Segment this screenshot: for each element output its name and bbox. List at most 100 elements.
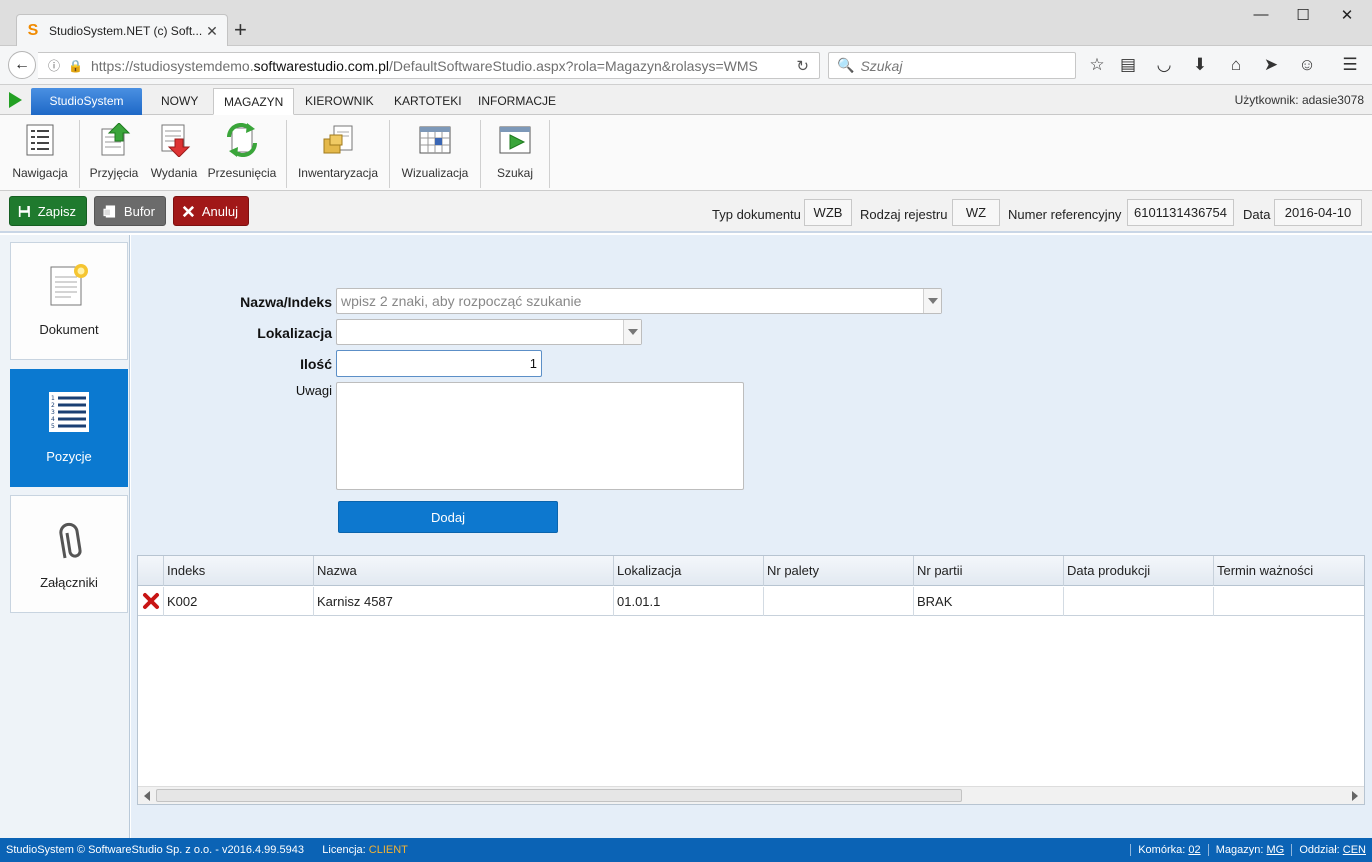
uwagi-label: Uwagi xyxy=(295,383,332,398)
oddzial-label: Oddział: xyxy=(1299,844,1340,856)
new-tab-icon[interactable]: + xyxy=(234,18,247,42)
grid-header-data-produkcji[interactable]: Data produkcji xyxy=(1064,556,1214,586)
chevron-down-icon[interactable] xyxy=(923,289,941,313)
komorka-label: Komórka: xyxy=(1138,844,1186,856)
reading-list-icon[interactable]: ▤ xyxy=(1116,55,1140,75)
komorka-link[interactable]: 02 xyxy=(1188,844,1200,856)
grid-header-nr-partii[interactable]: Nr partii xyxy=(914,556,1064,586)
sidebar-item-pozycje-label: Pozycje xyxy=(46,449,92,464)
back-arrow-icon[interactable]: ← xyxy=(8,51,36,79)
sidebar-item-dokument[interactable]: Dokument xyxy=(10,242,128,360)
sidebar-item-pozycje[interactable]: 12345 Pozycje xyxy=(10,369,128,487)
bufor-button[interactable]: Bufor xyxy=(94,196,166,226)
home-icon[interactable]: ⌂ xyxy=(1224,55,1248,75)
grid-header-termin-waznosci[interactable]: Termin ważności xyxy=(1214,556,1364,586)
browser-search-input[interactable]: 🔍 Szukaj xyxy=(828,52,1076,79)
inventory-boxes-icon xyxy=(323,125,353,154)
grid-header-nazwa[interactable]: Nazwa xyxy=(314,556,614,586)
url-bar[interactable]: ⓘ 🔒 https://studiosystemdemo. softwarestu… xyxy=(38,52,820,79)
menu-item-kierownik[interactable]: KIEROWNIK xyxy=(295,88,384,115)
chevron-down-icon[interactable] xyxy=(623,320,641,344)
paperclip-icon xyxy=(59,522,82,559)
reload-icon[interactable]: ↻ xyxy=(796,57,809,75)
send-icon[interactable]: ➤ xyxy=(1259,55,1283,75)
action-bar: Zapisz Bufor Anuluj Typ dokumentu WZB Ro… xyxy=(0,191,1372,233)
bookmark-star-icon[interactable]: ☆ xyxy=(1085,55,1109,75)
uwagi-textarea[interactable] xyxy=(336,382,744,490)
szukaj-button[interactable]: Szukaj xyxy=(490,123,540,180)
grid-header-nr-palety[interactable]: Nr palety xyxy=(764,556,914,586)
receive-up-arrow-icon xyxy=(101,122,131,156)
info-icon[interactable]: ⓘ xyxy=(48,57,60,74)
footer-right: Komórka: 02 Magazyn: MG Oddział: CEN xyxy=(1126,838,1366,862)
wizualizacja-label: Wizualizacja xyxy=(401,166,469,180)
download-icon[interactable]: ⬇ xyxy=(1188,55,1212,75)
nazwa-indeks-combo[interactable]: wpisz 2 znaki, aby rozpocząć szukanie xyxy=(336,288,942,314)
data-field[interactable]: 2016-04-10 xyxy=(1274,199,1362,226)
maximize-icon[interactable]: ☐ xyxy=(1280,6,1326,24)
emoji-icon[interactable]: ☺ xyxy=(1295,55,1319,75)
przesuniecia-label: Przesunięcia xyxy=(207,166,277,180)
app-menu-bar: StudioSystem NOWY MAGAZYN KIEROWNIK KART… xyxy=(0,85,1372,115)
scroll-left-icon[interactable] xyxy=(144,791,150,801)
rodzaj-rejestru-field[interactable]: WZ xyxy=(952,199,1000,226)
menu-item-nowy[interactable]: NOWY xyxy=(151,88,208,115)
nawigacja-label: Nawigacja xyxy=(12,166,68,180)
magazyn-link[interactable]: MG xyxy=(1266,844,1284,856)
lokalizacja-combo[interactable] xyxy=(336,319,642,345)
przyjecia-button[interactable]: Przyjęcia xyxy=(88,122,140,180)
hamburger-menu-icon[interactable]: ☰ xyxy=(1338,55,1362,75)
menu-item-informacje[interactable]: INFORMACJE xyxy=(468,88,566,115)
user-label: Użytkownik: adasie3078 xyxy=(1234,93,1364,107)
url-domain: softwarestudio.com.pl xyxy=(253,57,390,74)
nawigacja-button[interactable]: Nawigacja xyxy=(10,123,70,180)
numer-referencyjny-field[interactable]: 6101131436754 xyxy=(1127,199,1234,226)
przyjecia-label: Przyjęcia xyxy=(89,166,139,180)
minimize-icon[interactable]: — xyxy=(1238,6,1284,23)
close-tab-icon[interactable]: ✕ xyxy=(205,23,219,40)
scrollbar-thumb[interactable] xyxy=(156,789,962,802)
new-document-icon xyxy=(50,264,88,306)
przesuniecia-button[interactable]: Przesunięcia xyxy=(206,122,278,180)
footer-separator xyxy=(1207,844,1209,857)
copyright-text: StudioSystem © SoftwareStudio Sp. z o.o.… xyxy=(6,844,304,856)
zapisz-button[interactable]: Zapisz xyxy=(9,196,87,226)
menu-item-kartoteki[interactable]: KARTOTEKI xyxy=(384,88,472,115)
typ-dokumentu-field[interactable]: WZB xyxy=(804,199,852,226)
menu-item-magazyn[interactable]: MAGAZYN xyxy=(213,88,295,115)
grid-header-indeks[interactable]: Indeks xyxy=(164,556,314,586)
typ-dokumentu-label: Typ dokumentu xyxy=(712,207,801,222)
numbered-list-icon: 12345 xyxy=(49,392,89,432)
pocket-icon[interactable]: ◡ xyxy=(1152,55,1176,75)
table-row[interactable]: K002 Karnisz 4587 01.01.1 BRAK xyxy=(138,587,1364,616)
ribbon-separator xyxy=(480,120,481,188)
delete-x-icon[interactable] xyxy=(142,592,160,610)
anuluj-label: Anuluj xyxy=(201,203,238,219)
magazyn-label: Magazyn: xyxy=(1215,844,1264,856)
lock-icon: 🔒 xyxy=(68,58,83,73)
anuluj-button[interactable]: Anuluj xyxy=(173,196,249,226)
ilosc-label: Ilość xyxy=(300,356,332,372)
ribbon-toolbar: Nawigacja Przyjęcia Wydania Przesunięcia xyxy=(0,115,1372,191)
close-window-icon[interactable]: ✕ xyxy=(1324,6,1370,24)
bufor-label: Bufor xyxy=(123,203,155,219)
cell-nr-partii: BRAK xyxy=(914,587,1064,616)
dodaj-button[interactable]: Dodaj xyxy=(338,501,558,533)
browser-navbar: ← ⓘ 🔒 https://studiosystemdemo. softwares… xyxy=(0,46,1372,85)
horizontal-scrollbar[interactable] xyxy=(138,786,1364,804)
brand-tab[interactable]: StudioSystem xyxy=(31,88,142,115)
ilosc-input[interactable]: 1 xyxy=(336,350,542,377)
sidebar-item-dokument-label: Dokument xyxy=(39,322,99,337)
rodzaj-rejestru-label: Rodzaj rejestru xyxy=(860,207,948,222)
inwentaryzacja-button[interactable]: Inwentaryzacja xyxy=(296,123,380,180)
sidebar-item-zalaczniki[interactable]: Załączniki xyxy=(10,495,128,613)
oddzial-link[interactable]: CEN xyxy=(1343,844,1366,856)
play-icon[interactable] xyxy=(9,92,22,108)
grid-header-lokalizacja[interactable]: Lokalizacja xyxy=(614,556,764,586)
svg-text:3: 3 xyxy=(51,409,55,416)
wizualizacja-button[interactable]: Wizualizacja xyxy=(399,123,471,180)
zapisz-label: Zapisz xyxy=(37,203,76,219)
scroll-right-icon[interactable] xyxy=(1352,791,1358,801)
wydania-button[interactable]: Wydania xyxy=(146,123,202,180)
browser-tab[interactable]: S StudioSystem.NET (c) Soft... ✕ xyxy=(16,14,228,47)
